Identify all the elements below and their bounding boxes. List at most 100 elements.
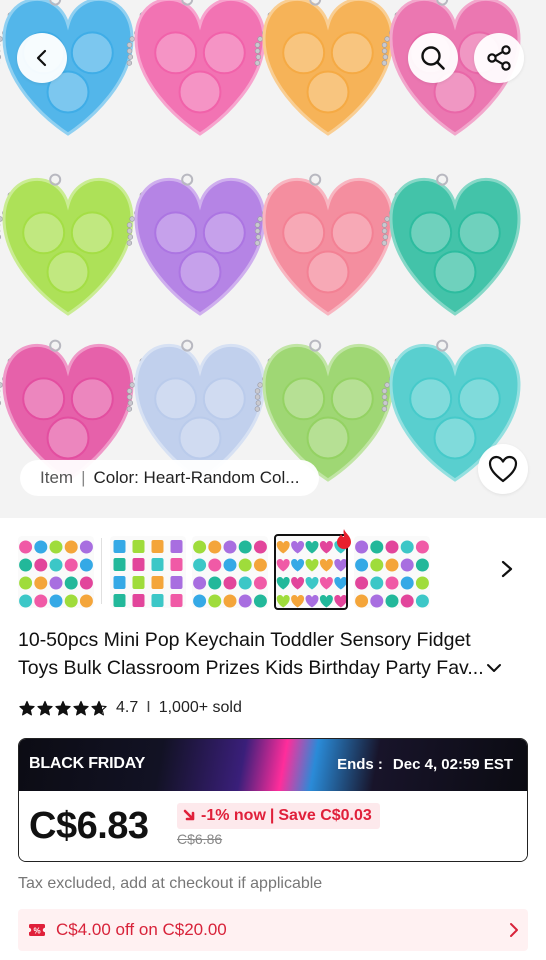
discount-badge: -1% now | Save C$0.03 (177, 803, 380, 829)
thumbnail-mark (79, 540, 93, 554)
thumbnail-mark (151, 576, 164, 589)
thumbnail-mark (400, 594, 414, 608)
thumbnail-mark (305, 559, 319, 572)
thumbnail-mark (319, 595, 333, 608)
thumbnail-2[interactable] (110, 536, 186, 608)
thumbnail-next-button[interactable] (496, 557, 518, 581)
keychain-heart (254, 0, 394, 136)
thumbnail-mark (170, 540, 183, 553)
thumbnail-mark (193, 558, 207, 572)
thumbnail-mark (19, 576, 33, 590)
thumbnail-mark (34, 576, 48, 590)
keychain-heart (0, 173, 134, 316)
keychain-heart (126, 173, 266, 316)
original-price: C$6.86 (177, 831, 223, 847)
discount-separator: | (269, 807, 275, 824)
rating-row[interactable]: 4.7 I 1,000+ sold (18, 697, 242, 719)
promo-countdown: Ends : Dec 4, 02:59 EST (337, 756, 513, 773)
thumbnail-mark (49, 540, 63, 554)
keychain-grid-image (0, 0, 521, 482)
product-title[interactable]: 10-50pcs Mini Pop Keychain Toddler Senso… (18, 626, 530, 682)
star-icon (19, 700, 35, 715)
tax-note: Tax excluded, add at checkout if applica… (18, 875, 323, 892)
search-button[interactable] (408, 33, 458, 83)
thumbnail-mark (305, 541, 319, 554)
thumbnail-mark (49, 558, 63, 572)
ends-time: Dec 4, 02:59 EST (392, 756, 513, 773)
thumbnail-mark (170, 558, 183, 571)
flame-icon (335, 528, 353, 555)
rating-value: 4.7 (116, 699, 139, 716)
thumbnail-1[interactable] (18, 536, 94, 608)
coupon-banner[interactable]: % C$4.00 off on C$20.00 (18, 909, 528, 951)
star-icon (37, 700, 53, 715)
thumbnail-mark (170, 594, 183, 607)
thumbnail-mark (34, 558, 48, 572)
thumbnail-mark (208, 540, 222, 554)
sku-value: Color: Heart-Random Col... (93, 468, 300, 487)
wishlist-button[interactable] (478, 444, 528, 494)
thumbnail-mark (370, 594, 384, 608)
keychain-heart (126, 0, 266, 136)
thumbnail-mark (19, 594, 33, 608)
share-button[interactable] (474, 33, 524, 83)
chevron-down-icon[interactable] (486, 662, 502, 674)
svg-text:%: % (33, 927, 40, 936)
thumbnail-mark (400, 540, 414, 554)
thumbnail-mark (334, 577, 346, 590)
ends-label: Ends : (337, 756, 383, 773)
thumbnail-5[interactable] (354, 536, 430, 608)
star-icon (55, 700, 71, 715)
current-price: C$6.83 (29, 805, 149, 847)
thumbnail-mark (355, 594, 369, 608)
thumbnail-mark (238, 594, 252, 608)
thumbnail-mark (276, 577, 290, 590)
product-hero-image[interactable]: Item | Color: Heart-Random Col... (0, 0, 546, 518)
thumbnail-mark (64, 576, 78, 590)
sku-separator: | (81, 468, 86, 487)
thumbnail-mark (385, 558, 399, 572)
sku-label: Item (40, 468, 74, 487)
promo-banner: BLACK FRIDAY Ends : Dec 4, 02:59 EST (19, 739, 527, 791)
thumbnail-mark (151, 594, 164, 607)
thumbnail-3[interactable] (192, 536, 268, 608)
thumbnail-image (19, 540, 93, 608)
sku-selector[interactable]: Item | Color: Heart-Random Col... (20, 460, 320, 496)
thumbnail-mark (34, 540, 48, 554)
thumbnail-mark (415, 540, 429, 554)
thumbnail-image (193, 540, 267, 608)
thumbnail-mark (79, 576, 93, 590)
back-button[interactable] (17, 33, 67, 83)
thumbnail-mark (291, 559, 305, 572)
thumbnail-mark (253, 594, 267, 608)
thumbnail-mark (355, 558, 369, 572)
price-block: C$6.83 -1% now | Save C$0.03 C$6.86 (19, 791, 527, 861)
thumbnail-mark (319, 541, 333, 554)
thumbnail-mark (253, 540, 267, 554)
thumbnail-mark (19, 558, 33, 572)
thumbnail-mark (334, 559, 346, 572)
thumbnail-mark (132, 558, 145, 571)
keychain-heart (254, 173, 394, 316)
thumbnail-mark (276, 595, 290, 608)
thumbnail-mark (113, 558, 126, 571)
thumbnail-divider (101, 538, 102, 604)
heart-outline-icon (488, 455, 518, 483)
thumbnail-mark (276, 559, 290, 572)
thumbnail-mark (49, 594, 63, 608)
rating-divider: I (146, 699, 151, 716)
thumbnail-mark (415, 594, 429, 608)
share-icon (487, 45, 511, 71)
thumbnail-mark (400, 558, 414, 572)
thumbnail-image (113, 540, 183, 607)
thumbnail-mark (34, 594, 48, 608)
thumbnail-mark (238, 576, 252, 590)
thumbnail-mark (151, 558, 164, 571)
product-title-line-2: Toys Bulk Classroom Prizes Kids Birthday… (18, 657, 484, 679)
coupon-icon: % (28, 924, 46, 936)
coupon-text: C$4.00 off on C$20.00 (56, 920, 227, 939)
thumbnail-mark (223, 558, 237, 572)
chevron-left-icon (36, 49, 47, 67)
thumbnail-mark (132, 540, 145, 553)
thumbnail-mark (319, 559, 333, 572)
